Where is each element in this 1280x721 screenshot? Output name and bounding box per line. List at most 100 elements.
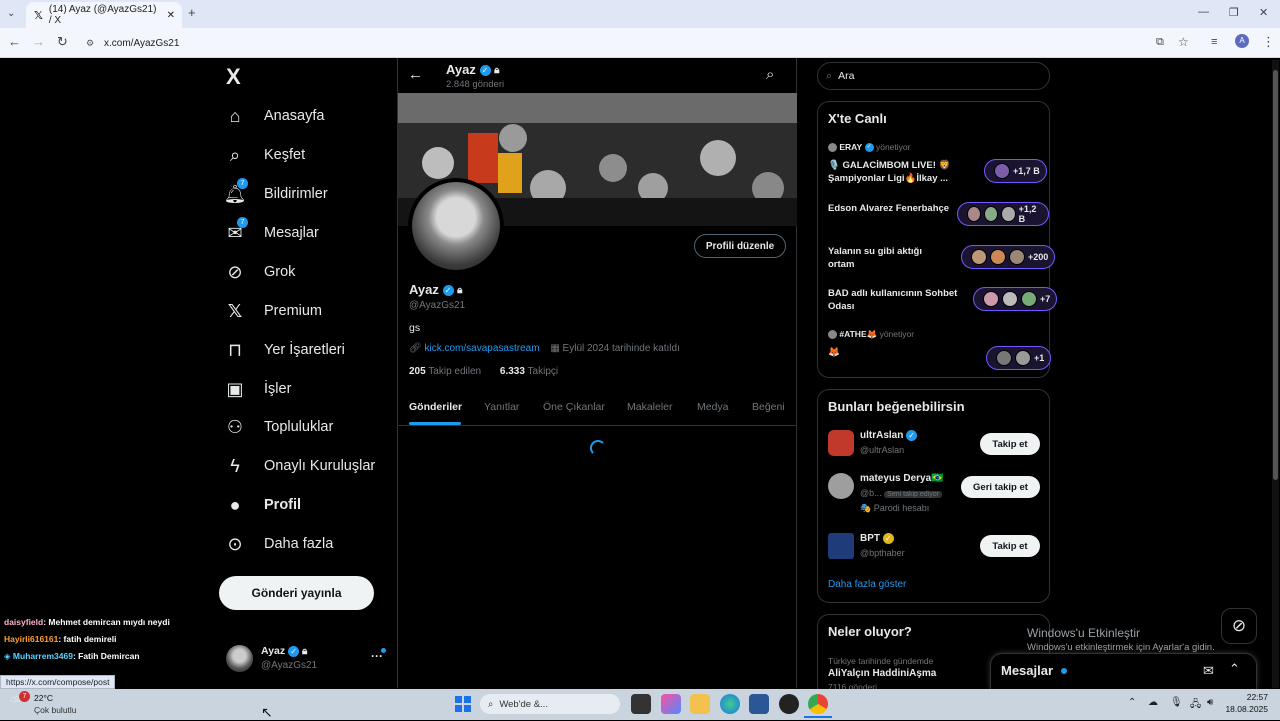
profile-name: Ayaz — [409, 282, 439, 297]
volume-icon[interactable]: 🔊︎ — [1207, 697, 1213, 708]
expand-up-icon[interactable]: ⌃ — [1229, 661, 1240, 677]
x-logo-icon[interactable]: X — [226, 64, 241, 90]
space-title[interactable]: BAD adlı kullanıcının Sohbet Odası — [828, 287, 968, 313]
host-name: ERAY — [839, 142, 863, 152]
account-switcher[interactable]: Ayaz ✓ 🔒︎ @AyazGs21 ··· — [226, 643, 396, 677]
back-icon[interactable]: ← — [8, 34, 21, 50]
clock-date[interactable]: 18.08.2025 — [1221, 704, 1268, 714]
app-icon[interactable] — [779, 694, 799, 714]
account-name: Ayaz — [261, 645, 286, 657]
suggest-name[interactable]: ultrAslan — [860, 430, 903, 441]
store-icon[interactable] — [749, 694, 769, 714]
nav-item-grok[interactable]: ⊘ Grok — [220, 253, 390, 291]
copilot-icon[interactable] — [661, 694, 681, 714]
space-title[interactable]: 🦊 — [828, 346, 840, 359]
nav-item-explore[interactable]: ⌕ Keşfet — [220, 136, 390, 174]
start-button-icon[interactable] — [455, 696, 471, 712]
nav-item-verified-orgs[interactable]: ϟ Onaylı Kuruluşlar — [220, 447, 390, 485]
space-listeners-pill[interactable]: +200 — [961, 245, 1056, 269]
suggest-name[interactable]: mateyus Derya🇧🇷 — [860, 473, 944, 484]
tray-chevron-icon[interactable]: ⌃ — [1128, 697, 1136, 708]
bookmark-star-icon[interactable]: ☆ — [1178, 34, 1189, 50]
profile-avatar[interactable]: A — [1235, 34, 1249, 48]
browser-tab[interactable]: 𝕏 (14) Ayaz (@AyazGs21) / X ✕ — [26, 2, 182, 28]
tab-list-icon[interactable]: ⌄ — [7, 6, 15, 22]
nav-item-home[interactable]: ⌂ Anasayfa — [220, 97, 390, 135]
edge-icon[interactable] — [720, 694, 740, 714]
media-control-icon[interactable]: ≡ — [1211, 34, 1217, 50]
messages-drawer[interactable]: Mesajlar ✉ ⌃ — [990, 653, 1257, 689]
nav-item-bookmarks[interactable]: ⊓ Yer İşaretleri — [220, 331, 390, 369]
new-tab-icon[interactable]: + — [188, 5, 196, 21]
avatar[interactable] — [828, 430, 854, 456]
space-listeners-pill[interactable]: +7 — [973, 287, 1058, 311]
weather-temp[interactable]: 22°C — [34, 693, 53, 703]
forward-icon[interactable]: → — [32, 34, 45, 50]
chrome-icon[interactable] — [808, 694, 828, 714]
scrollbar-track[interactable] — [1272, 60, 1279, 688]
search-input[interactable]: ⌕ Ara — [817, 62, 1050, 90]
back-arrow-icon[interactable]: ← — [408, 66, 423, 83]
scrollbar-thumb[interactable] — [1273, 70, 1278, 480]
follow-button[interactable]: Takip et — [980, 535, 1040, 557]
space-title[interactable]: 🎙️ GALACİMBOM LIVE! 🦁 Şampiyonlar Ligi🔥İ… — [828, 159, 978, 185]
address-bar[interactable]: ⚙ x.com/AyazGs21 — [80, 32, 1204, 54]
post-button[interactable]: Gönderi yayınla — [219, 576, 374, 610]
tab-replies[interactable]: Yanıtlar — [484, 401, 519, 413]
avatar[interactable] — [828, 473, 854, 499]
clock-time[interactable]: 22:57 — [1228, 692, 1268, 702]
nav-item-more[interactable]: ⊙ Daha fazla — [220, 525, 390, 563]
tray-app-icon[interactable]: ☁ — [1148, 697, 1158, 708]
close-tab-icon[interactable]: ✕ — [167, 10, 175, 21]
trend-topic[interactable]: AliYalçın HaddiniAşma — [828, 668, 936, 679]
tab-media[interactable]: Medya — [697, 401, 729, 413]
listener-avatar — [971, 249, 987, 265]
edit-profile-button[interactable]: Profili düzenle — [694, 234, 786, 258]
close-window-icon[interactable]: ✕ — [1259, 5, 1268, 21]
show-more-link[interactable]: Daha fazla göster — [828, 579, 906, 590]
tab-posts[interactable]: Gönderiler — [409, 401, 462, 413]
nav-item-profile[interactable]: ● Profil — [220, 486, 390, 524]
file-explorer-icon[interactable] — [690, 694, 710, 714]
listener-avatar — [1015, 350, 1031, 366]
space-listeners-pill[interactable]: +1,2 B — [957, 202, 1049, 226]
following-link[interactable]: 205 Takip edilen — [409, 366, 481, 377]
menu-kebab-icon[interactable]: ⋮ — [1262, 34, 1275, 50]
followers-link[interactable]: 6.333 Takipçi — [500, 366, 558, 377]
reload-icon[interactable]: ↻ — [57, 34, 68, 50]
restore-icon[interactable]: ❐ — [1229, 5, 1239, 21]
avatar[interactable] — [828, 533, 854, 559]
verified-badge-icon: ✓ — [288, 645, 300, 657]
nav-item-premium[interactable]: 𝕏 Premium — [220, 292, 390, 330]
taskbar-search[interactable]: ⌕ Web'de &... — [480, 694, 620, 714]
nav-item-communities[interactable]: ⚇ Topluluklar — [220, 408, 390, 446]
nav-item-jobs[interactable]: ▣ İşler — [220, 370, 390, 408]
new-message-icon[interactable]: ✉ — [1203, 663, 1214, 679]
tab-articles[interactable]: Makaleler — [627, 401, 673, 413]
search-icon[interactable]: ⌕ — [766, 66, 774, 83]
nav-item-messages[interactable]: ✉ 7 Mesajlar — [220, 214, 390, 252]
space-listeners-pill[interactable]: +1 — [986, 346, 1052, 370]
network-icon[interactable]: 🖧 — [1190, 697, 1201, 714]
space-title[interactable]: Edson Alvarez Fenerbahçe — [828, 202, 978, 215]
nav-item-notifications[interactable]: 🔔︎ 7 Bildirimler — [220, 175, 390, 213]
profile-avatar[interactable] — [408, 178, 504, 274]
space-listeners-pill[interactable]: +1,7 B — [984, 159, 1047, 183]
site-info-icon[interactable]: ⚙ — [86, 38, 94, 49]
task-view-icon[interactable] — [631, 694, 651, 714]
tab-likes[interactable]: Beğeni — [752, 401, 785, 413]
home-icon: ⌂ — [229, 105, 241, 126]
tab-highlights[interactable]: Öne Çıkanlar — [543, 401, 605, 413]
messages-drawer-label: Mesajlar — [1001, 663, 1054, 678]
follow-button[interactable]: Takip et — [980, 433, 1040, 455]
microphone-icon[interactable]: 🎙︎ — [1170, 697, 1183, 708]
follow-back-button[interactable]: Geri takip et — [961, 476, 1040, 498]
grok-icon[interactable]: ⊘ — [1221, 608, 1257, 644]
profile-link[interactable]: kick.com/savapasastream — [424, 343, 539, 354]
suggest-name[interactable]: BPT — [860, 533, 880, 544]
install-app-icon[interactable]: ⧉ — [1156, 34, 1164, 50]
chat-text: : Fatih Demircan — [72, 651, 140, 661]
minimize-icon[interactable]: — — [1198, 4, 1209, 20]
status-url-tooltip: https://x.com/compose/post — [0, 675, 116, 689]
space-title[interactable]: Yalanın su gibi aktığı ortam — [828, 245, 948, 271]
